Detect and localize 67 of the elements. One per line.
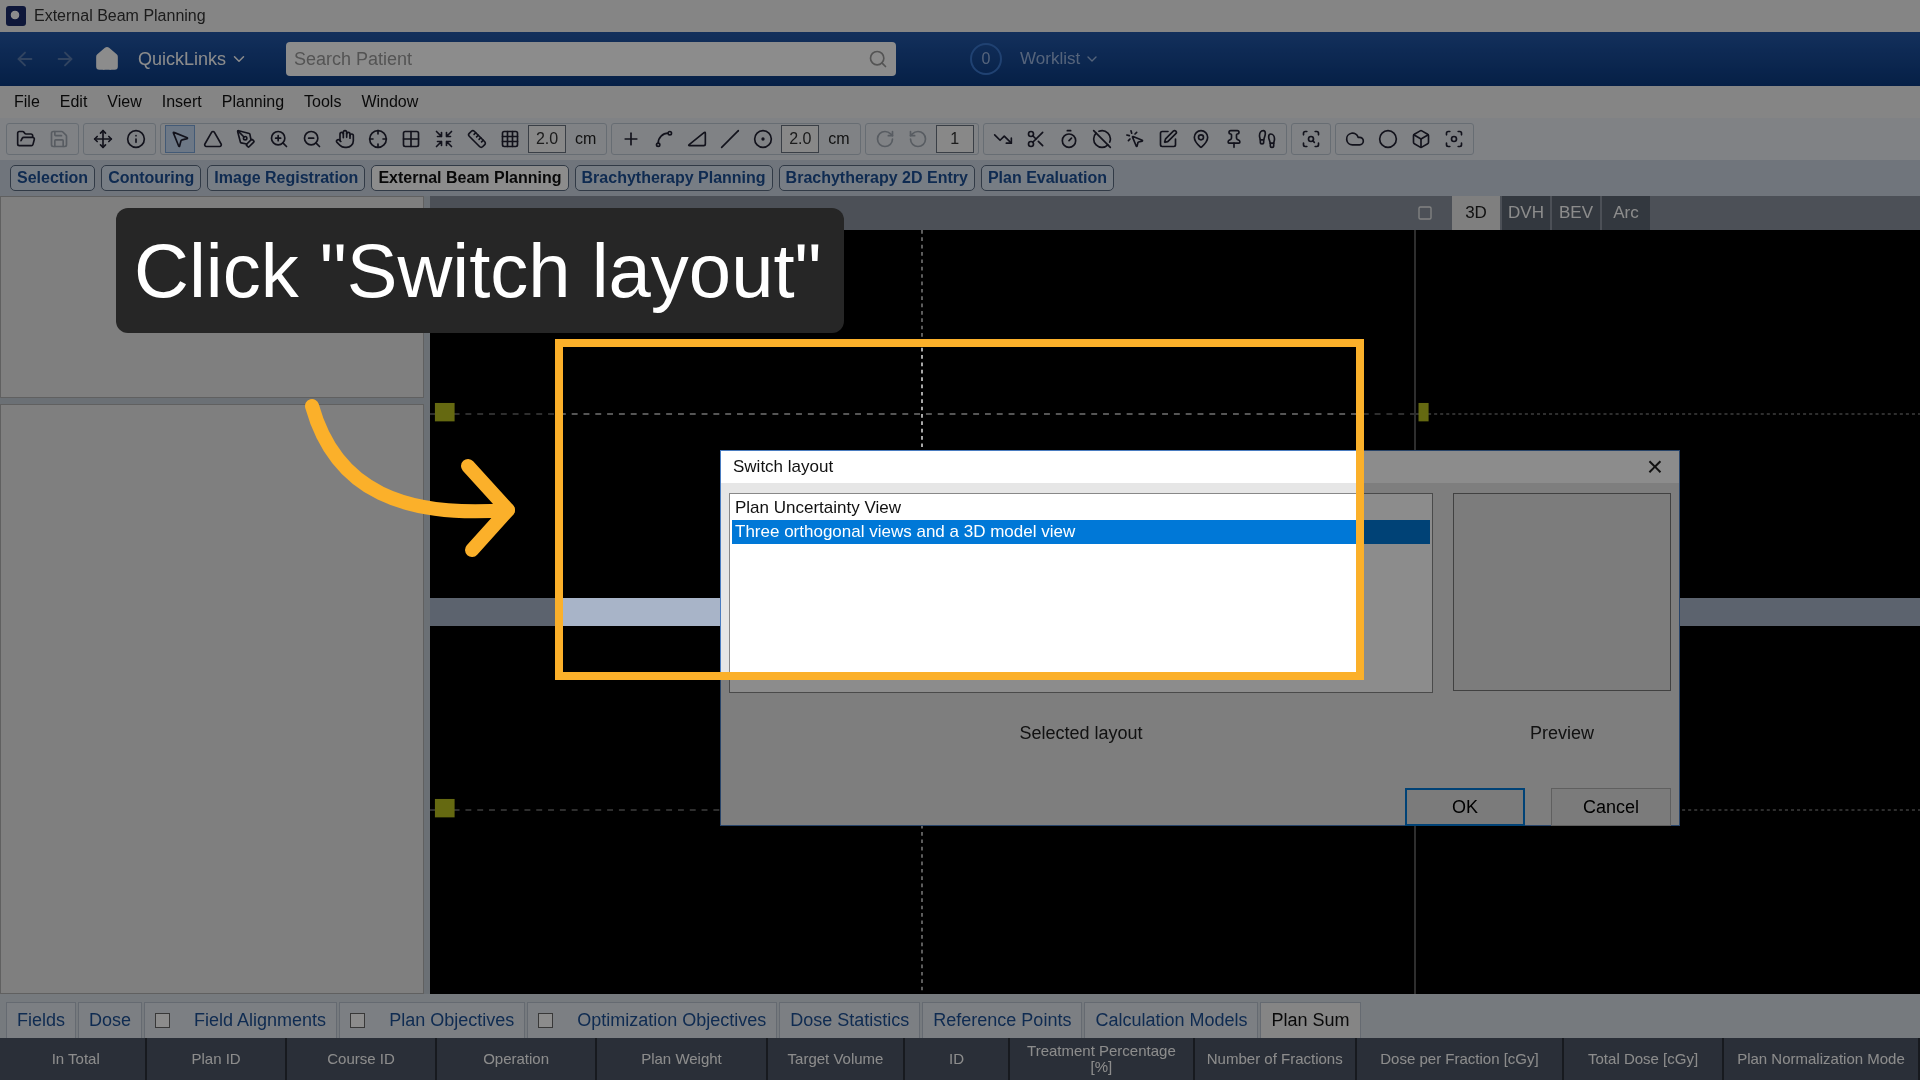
menu-item[interactable]: Insert: [153, 91, 210, 113]
column-header: Dose per Fraction [cGy]: [1356, 1038, 1565, 1080]
workspace-tab[interactable]: External Beam Planning: [371, 165, 569, 191]
cancel-button[interactable]: Cancel: [1551, 788, 1671, 826]
window-title: External Beam Planning: [34, 7, 206, 25]
menu-item[interactable]: View: [99, 91, 150, 113]
value-field[interactable]: 2.0: [528, 125, 566, 153]
column-header: Plan ID: [147, 1038, 287, 1080]
search-field[interactable]: Search Patient: [286, 42, 897, 76]
layout-item[interactable]: Plan Uncertainty View: [732, 496, 1430, 520]
view-tab[interactable]: 3D: [1452, 196, 1500, 230]
workspace-tab[interactable]: Brachytherapy 2D Entry: [778, 165, 975, 191]
column-header: Target Volume: [768, 1038, 905, 1080]
workspace-tab[interactable]: Selection: [10, 165, 96, 191]
callout-text: Click "Switch layout": [134, 227, 822, 314]
worklist-count: 0: [970, 43, 1003, 75]
panel-tab[interactable]: Dose Statistics: [779, 1002, 921, 1038]
view-tab[interactable]: Arc: [1602, 196, 1650, 230]
view-tab[interactable]: DVH: [1502, 196, 1550, 230]
view-tab[interactable]: BEV: [1552, 196, 1600, 230]
list-caption: Selected layout: [1018, 722, 1144, 744]
panel-tab[interactable]: Reference Points: [922, 1002, 1083, 1038]
value-field[interactable]: 1: [935, 125, 974, 153]
panel-tab[interactable]: Fields: [6, 1002, 76, 1038]
dialog-title: Switch layout: [733, 457, 834, 477]
layout-item[interactable]: Three orthogonal views and a 3D model view: [732, 520, 1430, 544]
column-header: Number of Fractions: [1194, 1038, 1357, 1080]
panel-tab[interactable]: Plan Sum: [1260, 1002, 1361, 1038]
close-button[interactable]: ×: [1642, 451, 1667, 483]
column-header: ID: [904, 1038, 1010, 1080]
workspace-tab[interactable]: Plan Evaluation: [980, 165, 1115, 191]
checkbox[interactable]: [350, 1013, 366, 1028]
column-header: Total Dose [cGy]: [1564, 1038, 1724, 1080]
worklist-menu[interactable]: Worklist: [1020, 49, 1101, 69]
workspace-tab[interactable]: Brachytherapy Planning: [574, 165, 773, 191]
menu-item[interactable]: Planning: [213, 91, 293, 113]
ok-button[interactable]: OK: [1405, 788, 1525, 826]
menu-item[interactable]: File: [6, 91, 48, 113]
pointer-icon[interactable]: [165, 125, 195, 153]
app-icon: [6, 6, 26, 26]
column-header: Operation: [437, 1038, 597, 1080]
panel-tab[interactable]: Plan Objectives: [339, 1002, 526, 1038]
panel-tab[interactable]: Calculation Models: [1084, 1002, 1259, 1038]
unit-label: cm: [574, 130, 598, 148]
workspace-tab[interactable]: Contouring: [101, 165, 202, 191]
panel-tab[interactable]: Optimization Objectives: [527, 1002, 778, 1038]
menu-item[interactable]: Window: [353, 91, 427, 113]
preview-caption: Preview: [1529, 722, 1595, 744]
quicklinks-menu[interactable]: QuickLinks: [138, 48, 249, 70]
marker-icon: [434, 798, 455, 818]
checkbox[interactable]: [538, 1013, 554, 1028]
unit-label: cm: [827, 130, 851, 148]
column-header: Treatment Percentage [%]: [1010, 1038, 1195, 1080]
value-field[interactable]: 2.0: [781, 125, 820, 153]
panel-tab[interactable]: Dose: [78, 1002, 143, 1038]
workspace-tab[interactable]: Image Registration: [207, 165, 366, 191]
column-header: Plan Normalization Mode: [1723, 1038, 1920, 1080]
menu-item[interactable]: Tools: [296, 91, 350, 113]
panel-tab[interactable]: Field Alignments: [144, 1002, 338, 1038]
checkbox[interactable]: [155, 1013, 171, 1028]
column-header: Plan Weight: [596, 1038, 769, 1080]
menu-item[interactable]: Edit: [51, 91, 96, 113]
home-button[interactable]: [94, 46, 120, 72]
column-header: In Total: [6, 1038, 148, 1080]
marker-icon: [1418, 402, 1429, 422]
column-header: Course ID: [286, 1038, 438, 1080]
marker-icon: [434, 402, 455, 422]
